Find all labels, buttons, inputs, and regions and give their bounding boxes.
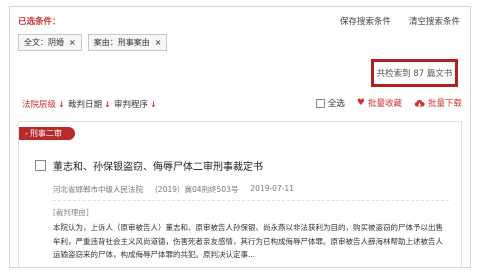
sort-label: 裁判日期 <box>68 100 103 110</box>
filter-chip-label: 全文：阴婚 <box>24 38 64 47</box>
filter-chip-label: 案由：刑事案由 <box>93 38 150 47</box>
batch-favorite-button[interactable]: ♥ 批量收藏 <box>357 97 402 109</box>
select-all-checkbox[interactable] <box>315 98 325 108</box>
sort-label: 法院层级 <box>22 100 57 110</box>
reason-label: [裁判理由] <box>53 208 89 217</box>
case-type-label: 刑事二审 <box>29 129 62 138</box>
filters-label: 已选条件： <box>18 17 61 27</box>
sort-label: 审判程序 <box>114 100 149 110</box>
select-all[interactable]: 全选 <box>315 97 345 109</box>
result-count: 共检索到 87 篇文书 <box>371 59 458 87</box>
filter-chips: 全文：阴婚 × 案由：刑事案由 × <box>18 34 168 51</box>
heart-icon: ♥ <box>356 98 365 108</box>
case-result-card: - 刑事二审 董志和、孙保银盗窃、侮辱尸体二审刑事裁定书 河北省邯郸市中级人民法… <box>18 121 462 267</box>
case-excerpt: 本院认为，上诉人（原审被告人）董志和、原审被告人孙保银、尚永燕以非法获利为目的，… <box>53 221 451 262</box>
result-count-text: 共检索到 87 篇文书 <box>376 69 453 79</box>
sort-down-icon: ↓ <box>58 99 65 109</box>
divider <box>53 200 449 201</box>
remove-chip-icon[interactable]: × <box>69 38 76 47</box>
remove-chip-icon[interactable]: × <box>155 38 162 47</box>
case-court: 河北省邯郸市中级人民法院 <box>53 185 143 194</box>
sort-down-icon: ↓ <box>104 99 111 109</box>
case-select-checkbox[interactable] <box>35 160 46 171</box>
batch-download-label: 批量下载 <box>427 99 462 109</box>
clear-search-link[interactable]: 清空搜索条件 <box>409 15 460 27</box>
batch-favorite-label: 批量收藏 <box>367 99 402 109</box>
case-date: 2019-07-11 <box>250 184 294 193</box>
excerpt-line: 本院认为，上诉人（原审被告人）董志和、原审被告人孙保银、尚永燕以非法获利为目的，… <box>53 223 443 232</box>
batch-tools: 全选 ♥ 批量收藏 批量下载 <box>315 97 462 109</box>
sort-court-level[interactable]: 法院层级 ↓ <box>22 98 65 111</box>
sort-judgment-date[interactable]: 裁判日期 ↓ <box>68 98 111 111</box>
cloud-download-icon <box>414 99 425 106</box>
filter-bar: 已选条件： 保存搜索条件 清空搜索条件 <box>18 15 462 29</box>
filter-actions: 保存搜索条件 清空搜索条件 <box>340 15 460 27</box>
search-results-panel: 已选条件： 保存搜索条件 清空搜索条件 全文：阴婚 × 案由：刑事案由 × 共检… <box>9 6 471 268</box>
filter-chip-cause: 案由：刑事案由 × <box>87 34 168 51</box>
sort-toolbar: 法院层级 ↓ 裁判日期 ↓ 审判程序 ↓ 全选 ♥ 批量收藏 批量下载 <box>10 95 470 113</box>
filter-chip-fulltext: 全文：阴婚 × <box>18 34 82 51</box>
case-meta: 河北省邯郸市中级人民法院 (2019）冀04刑终503号 2019-07-11 <box>53 184 294 195</box>
tag-dash: - <box>25 129 28 138</box>
sort-trial-procedure[interactable]: 审判程序 ↓ <box>114 98 157 111</box>
case-title-link[interactable]: 董志和、孙保银盗窃、侮辱尸体二审刑事裁定书 <box>53 158 263 173</box>
excerpt-line: 牟利，严重违背社会主义风尚道德，伤害死者亲友感情，其行为已构成侮辱尸体罪。原审被… <box>53 236 443 246</box>
save-search-link[interactable]: 保存搜索条件 <box>340 15 391 27</box>
batch-download-button[interactable]: 批量下载 <box>414 97 462 109</box>
sort-down-icon: ↓ <box>150 99 157 109</box>
select-all-label: 全选 <box>327 99 345 109</box>
case-type-tag: - 刑事二审 <box>19 127 75 140</box>
case-number: (2019）冀04刑终503号 <box>155 185 239 194</box>
excerpt-line: 运输盗窃来的尸体，构成侮辱尸体罪的共犯。原判决认定事... <box>53 250 256 259</box>
